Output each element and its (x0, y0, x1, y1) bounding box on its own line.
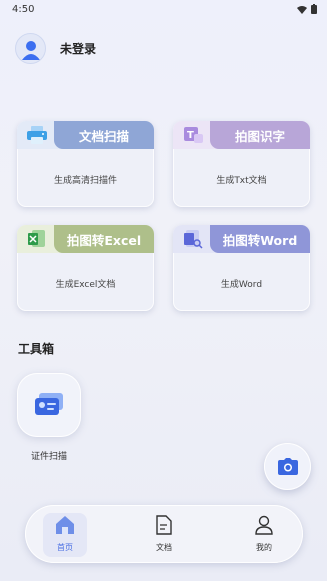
status-time: 4:50 (12, 4, 35, 15)
user-login-status[interactable]: 未登录 (60, 40, 96, 57)
wifi-icon (297, 5, 307, 14)
status-icons (297, 4, 317, 14)
tab-profile[interactable]: 我的 (242, 513, 286, 557)
card-head: 拍图转Word (173, 225, 310, 253)
camera-button[interactable] (264, 443, 311, 490)
id-card-icon (35, 393, 63, 415)
doc-scan-card[interactable]: 文档扫描 生成高清扫描件 (17, 121, 154, 207)
text-recognize-card[interactable]: T 拍图识字 生成Txt文档 (173, 121, 310, 207)
camera-icon (277, 458, 298, 475)
text-recognize-icon: T (178, 124, 208, 146)
home-icon (53, 513, 77, 537)
card-desc: 生成Word (220, 280, 263, 290)
avatar-person-icon (21, 40, 40, 60)
card-head: 拍图转Excel (17, 225, 154, 253)
excel-card[interactable]: 拍图转Excel 生成Excel文档 (17, 225, 154, 311)
toolbox-title: 工具箱 (18, 342, 55, 356)
word-icon (178, 228, 208, 250)
svg-text:T: T (187, 130, 194, 141)
card-title: 文档扫描 (54, 121, 154, 149)
user-row[interactable]: 未登录 (15, 33, 96, 64)
bottom-tab-bar: 首页 文档 我的 (25, 505, 303, 563)
card-desc: 生成Txt文档 (216, 176, 267, 186)
printer-icon (22, 124, 52, 146)
tab-profile-label: 我的 (256, 543, 272, 552)
card-title: 拍图识字 (210, 121, 310, 149)
card-head: 文档扫描 (17, 121, 154, 149)
excel-icon (22, 228, 52, 250)
tab-home[interactable]: 首页 (43, 513, 87, 557)
card-desc: 生成高清扫描件 (53, 176, 117, 186)
id-scan-label: 证件扫描 (30, 452, 67, 462)
word-card[interactable]: 拍图转Word 生成Word (173, 225, 310, 311)
card-head: T 拍图识字 (173, 121, 310, 149)
card-desc: 生成Excel文档 (55, 280, 116, 290)
battery-icon (311, 4, 317, 14)
tab-documents-label: 文档 (156, 543, 172, 552)
tab-documents[interactable]: 文档 (142, 513, 186, 557)
document-icon (152, 513, 176, 537)
card-title: 拍图转Excel (54, 225, 154, 253)
profile-icon (252, 513, 276, 537)
card-title: 拍图转Word (210, 225, 310, 253)
id-scan-tool[interactable] (17, 373, 81, 437)
tab-home-label: 首页 (57, 543, 73, 552)
status-bar: 4:50 (0, 0, 327, 20)
avatar[interactable] (15, 33, 46, 64)
